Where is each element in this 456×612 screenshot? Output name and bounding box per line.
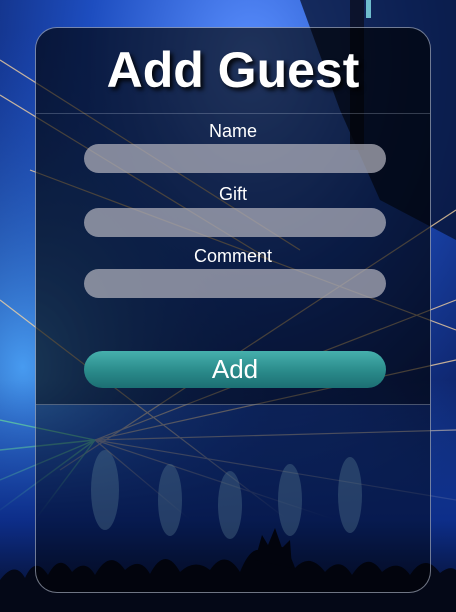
page-title: Add Guest bbox=[106, 42, 360, 98]
comment-label: Comment bbox=[193, 246, 273, 266]
form-panel: Add Guest Name Gift Comment Add bbox=[36, 28, 430, 405]
gift-label: Gift bbox=[218, 184, 247, 204]
title-divider bbox=[36, 113, 430, 114]
add-guest-card: Add Guest Name Gift Comment Add bbox=[35, 27, 431, 593]
add-button[interactable]: Add bbox=[84, 351, 386, 388]
name-input[interactable] bbox=[84, 144, 386, 173]
name-label: Name bbox=[208, 121, 257, 141]
gift-input[interactable] bbox=[84, 208, 386, 237]
comment-input[interactable] bbox=[84, 269, 386, 298]
